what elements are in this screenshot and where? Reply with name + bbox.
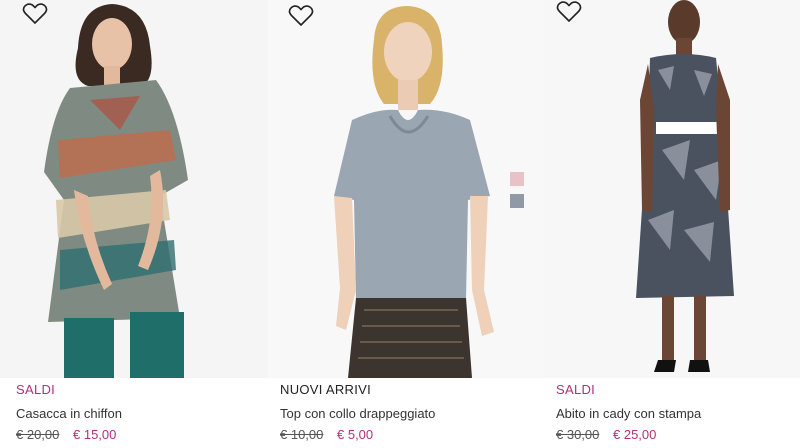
product-badge: SALDI	[556, 382, 596, 397]
wishlist-heart-icon[interactable]	[22, 2, 48, 26]
product-title[interactable]: Casacca in chiffon	[16, 406, 122, 421]
wishlist-heart-icon[interactable]	[556, 0, 582, 24]
price-block: € 20,00 € 15,00	[16, 427, 116, 442]
product-image[interactable]	[0, 0, 268, 378]
product-badge: NUOVI ARRIVI	[280, 382, 372, 397]
product-image[interactable]	[544, 0, 800, 378]
original-price: € 10,00	[280, 427, 324, 442]
color-swatch-pink[interactable]	[510, 172, 524, 186]
color-swatches	[510, 172, 526, 216]
product-badge: SALDI	[16, 382, 56, 397]
sale-price: € 5,00	[337, 427, 374, 442]
color-swatch-grey[interactable]	[510, 194, 524, 208]
product-title[interactable]: Top con collo drappeggiato	[280, 406, 435, 421]
product-title[interactable]: Abito in cady con stampa	[556, 406, 701, 421]
original-price: € 30,00	[556, 427, 600, 442]
sale-price: € 25,00	[613, 427, 657, 442]
product-image[interactable]	[268, 0, 544, 378]
product-card-top-drappeggiato[interactable]: NUOVI ARRIVI Top con collo drappeggiato …	[268, 0, 544, 448]
price-block: € 30,00 € 25,00	[556, 427, 656, 442]
wishlist-heart-icon[interactable]	[288, 4, 314, 28]
sale-price: € 15,00	[73, 427, 117, 442]
product-grid: SALDI Casacca in chiffon € 20,00 € 15,00	[0, 0, 800, 448]
price-block: € 10,00 € 5,00	[280, 427, 373, 442]
original-price: € 20,00	[16, 427, 60, 442]
product-card-casacca[interactable]: SALDI Casacca in chiffon € 20,00 € 15,00	[0, 0, 268, 448]
product-card-abito-cady[interactable]: SALDI Abito in cady con stampa € 30,00 €…	[544, 0, 800, 448]
